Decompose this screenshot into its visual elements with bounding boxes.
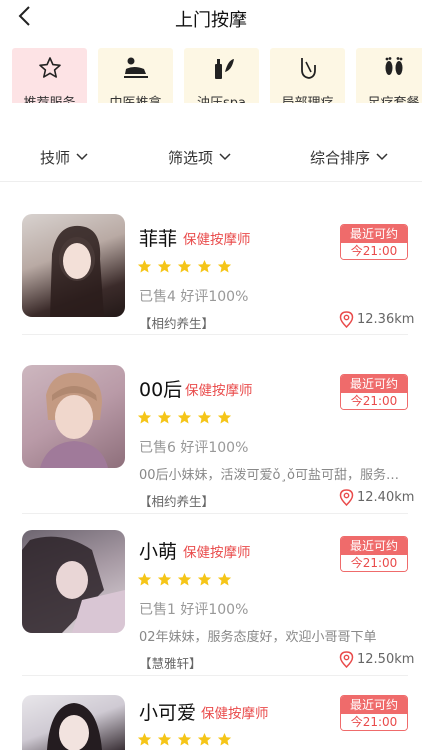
back-arrow-icon[interactable] bbox=[14, 4, 38, 28]
sales-stats: 已售1 好评100% bbox=[139, 602, 249, 618]
technician-role: 保健按摩师 bbox=[185, 383, 253, 399]
filter-sort[interactable]: 综合排序 bbox=[310, 147, 388, 168]
category-label: 推荐服务 bbox=[23, 92, 75, 103]
filter-bar: 技师 筛选项 综合排序 bbox=[0, 134, 422, 180]
star-rating-icon bbox=[197, 259, 212, 273]
filter-label: 技师 bbox=[40, 148, 71, 167]
technician-description: 02年妹妹，服务态度好，欢迎小哥哥下单 bbox=[139, 630, 377, 645]
star-rating-icon bbox=[217, 572, 232, 586]
shop-name: 【相约养生】 bbox=[139, 494, 215, 509]
filter-options[interactable]: 筛选项 bbox=[168, 147, 231, 168]
badge-time: 今21:00 bbox=[341, 393, 407, 409]
location-pin-icon bbox=[339, 311, 354, 328]
distance: 12.50km bbox=[339, 651, 414, 668]
category-bar: 推荐服务 中医推拿 油压spa 局部理疗 足疗套餐 bbox=[0, 38, 422, 103]
badge-title: 最近可约 bbox=[341, 225, 407, 243]
star-rating-icon bbox=[137, 410, 152, 424]
star-rating-icon bbox=[177, 410, 192, 424]
availability-badge: 最近可约 今21:00 bbox=[340, 224, 408, 260]
technician-name: 菲菲 bbox=[139, 228, 178, 250]
location-pin-icon bbox=[339, 489, 354, 506]
filter-divider bbox=[0, 181, 422, 182]
rating-stars bbox=[137, 732, 232, 747]
chevron-down-icon bbox=[219, 153, 231, 161]
sales-stats: 已售4 好评100% bbox=[139, 289, 249, 305]
technician-name: 小萌 bbox=[139, 541, 178, 563]
badge-time: 今21:00 bbox=[341, 243, 407, 259]
technician-photo bbox=[22, 530, 125, 633]
technician-name: 00后 bbox=[139, 379, 183, 401]
availability-badge: 最近可约 今21:00 bbox=[340, 536, 408, 572]
technician-photo bbox=[22, 365, 125, 468]
star-rating-icon bbox=[197, 410, 212, 424]
technician-description: 00后小妹妹，活泼可爱ǒ¸ǒ可盐可甜，服务… bbox=[139, 468, 399, 483]
star-rating-icon bbox=[177, 572, 192, 586]
star-rating-icon bbox=[137, 572, 152, 586]
chevron-down-icon bbox=[76, 153, 88, 161]
star-rating-icon bbox=[217, 410, 232, 424]
chevron-down-icon bbox=[376, 153, 388, 161]
badge-time: 今21:00 bbox=[341, 555, 407, 571]
distance-value: 12.36km bbox=[357, 312, 415, 327]
star-rating-icon bbox=[217, 732, 232, 746]
distance: 12.40km bbox=[339, 489, 414, 506]
category-foot-package[interactable]: 足疗套餐 bbox=[356, 48, 422, 103]
category-local-therapy[interactable]: 局部理疗 bbox=[270, 48, 345, 103]
distance-value: 12.50km bbox=[357, 652, 415, 667]
category-label: 局部理疗 bbox=[281, 92, 333, 103]
filter-label: 筛选项 bbox=[168, 148, 214, 167]
star-rating-icon bbox=[217, 259, 232, 273]
filter-label: 综合排序 bbox=[310, 148, 371, 167]
category-label: 油压spa bbox=[197, 92, 246, 103]
category-label: 足疗套餐 bbox=[367, 92, 419, 103]
badge-title: 最近可约 bbox=[341, 537, 407, 555]
star-rating-icon bbox=[157, 572, 172, 586]
rating-stars bbox=[137, 572, 232, 587]
app-header: 上门按摩 bbox=[0, 0, 422, 38]
technician-role: 保健按摩师 bbox=[183, 232, 251, 248]
rating-stars bbox=[137, 259, 232, 274]
category-recommended[interactable]: 推荐服务 bbox=[12, 48, 87, 103]
location-pin-icon bbox=[339, 651, 354, 668]
star-rating-icon bbox=[197, 572, 212, 586]
technician-photo bbox=[22, 695, 125, 750]
page-title: 上门按摩 bbox=[175, 10, 247, 31]
technician-role: 保健按摩师 bbox=[201, 706, 269, 722]
star-rating-icon bbox=[157, 732, 172, 746]
star-rating-icon bbox=[177, 259, 192, 273]
footprints-icon bbox=[380, 56, 408, 80]
technician-role: 保健按摩师 bbox=[183, 545, 251, 561]
star-rating-icon bbox=[137, 732, 152, 746]
category-oil-spa[interactable]: 油压spa bbox=[184, 48, 259, 103]
distance-value: 12.40km bbox=[357, 490, 415, 505]
shop-name: 【相约养生】 bbox=[139, 316, 215, 331]
availability-badge: 最近可约 今21:00 bbox=[340, 374, 408, 410]
star-rating-icon bbox=[157, 410, 172, 424]
card-divider bbox=[22, 513, 408, 514]
category-tcm-massage[interactable]: 中医推拿 bbox=[98, 48, 173, 103]
filter-technician[interactable]: 技师 bbox=[40, 147, 88, 168]
star-rating-icon bbox=[157, 259, 172, 273]
availability-badge: 最近可约 今21:00 bbox=[340, 695, 408, 731]
technician-photo bbox=[22, 214, 125, 317]
star-rating-icon bbox=[137, 259, 152, 273]
star-rating-icon bbox=[197, 732, 212, 746]
shop-name: 【慧雅轩】 bbox=[139, 656, 202, 671]
badge-time: 今21:00 bbox=[341, 714, 407, 730]
sales-stats: 已售6 好评100% bbox=[139, 440, 249, 456]
star-icon bbox=[36, 56, 64, 80]
hand-therapy-icon bbox=[294, 56, 322, 80]
spa-oil-icon bbox=[208, 56, 236, 80]
massage-icon bbox=[122, 56, 150, 80]
badge-title: 最近可约 bbox=[341, 696, 407, 714]
category-label: 中医推拿 bbox=[109, 92, 161, 103]
rating-stars bbox=[137, 410, 232, 425]
card-divider bbox=[22, 675, 408, 676]
distance: 12.36km bbox=[339, 311, 414, 328]
badge-title: 最近可约 bbox=[341, 375, 407, 393]
card-divider bbox=[22, 334, 408, 335]
star-rating-icon bbox=[177, 732, 192, 746]
technician-name: 小可爱 bbox=[139, 702, 197, 724]
